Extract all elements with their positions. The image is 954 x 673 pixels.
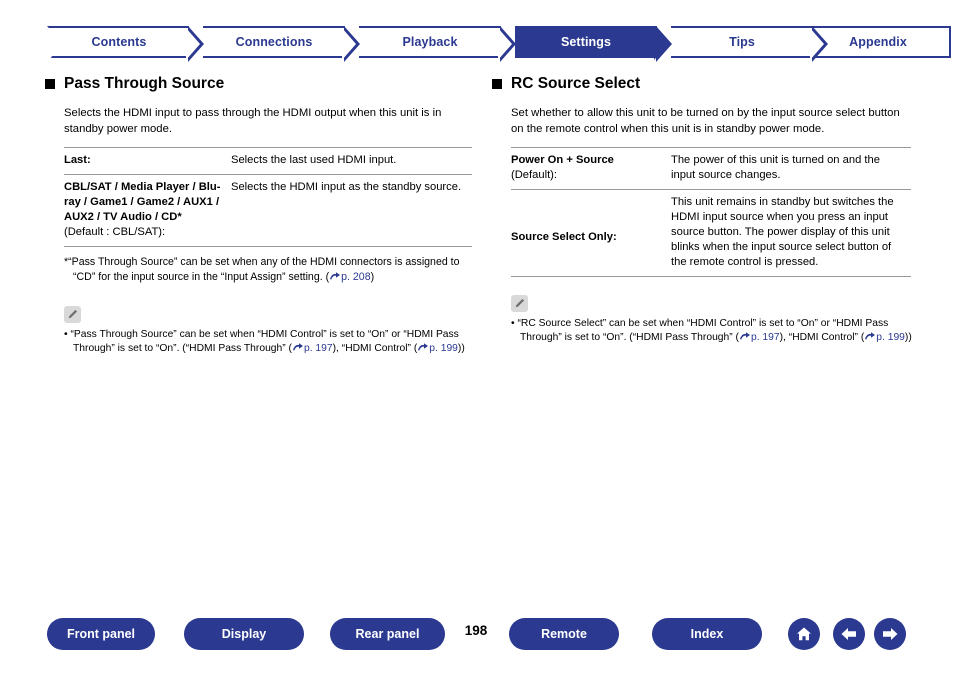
row-value: The power of this unit is turned on and … — [671, 154, 880, 181]
pass-through-source-intro: Selects the HDMI input to pass through t… — [64, 107, 442, 135]
table-row: Source Select Only: This unit remains in… — [511, 190, 911, 277]
row-value: Selects the last used HDMI input. — [231, 154, 397, 166]
index-button-label: Index — [690, 627, 724, 641]
left-column: Pass Through Source Selects the HDMI inp… — [45, 74, 472, 356]
row-key: Power On + Source (Default): — [511, 148, 671, 190]
pass-through-source-table: Last: Selects the last used HDMI input. … — [64, 147, 472, 247]
footnote-page-link[interactable]: p. 208 — [341, 271, 370, 283]
rc-source-select-intro: Set whether to allow this unit to be tur… — [511, 107, 900, 135]
rc-source-select-heading: RC Source Select — [492, 74, 912, 94]
tab-contents[interactable]: Contents — [47, 26, 204, 62]
tab-appendix[interactable]: Appendix — [807, 26, 951, 58]
display-button-label: Display — [221, 627, 267, 641]
note-page-link-1[interactable]: p. 197 — [304, 343, 333, 354]
tab-settings[interactable]: Settings — [515, 26, 672, 62]
display-button[interactable]: Display — [184, 618, 304, 650]
note-tail: )) — [904, 331, 912, 343]
home-button[interactable] — [788, 618, 820, 650]
pass-through-source-footnote: *“Pass Through Source” can be set when a… — [64, 255, 464, 284]
bullet-square-icon — [492, 79, 502, 89]
row-key-subtext: (Default : CBL/SAT): — [64, 226, 166, 238]
table-row: CBL/SAT / Media Player / Blu-ray / Game1… — [64, 175, 472, 247]
note-page-link-2[interactable]: p. 199 — [876, 332, 905, 343]
remote-button-label: Remote — [541, 627, 587, 641]
row-value: Selects the HDMI input as the standby so… — [231, 181, 462, 193]
table-row: Last: Selects the last used HDMI input. — [64, 147, 472, 175]
list-item: “RC Source Select” can be set when “HDMI… — [511, 317, 916, 345]
note-tail: )) — [457, 342, 465, 354]
footnote-tail: ) — [370, 270, 375, 283]
tab-connections-label: Connections — [235, 35, 313, 49]
arrow-left-icon — [841, 628, 856, 640]
row-key-text: Source Select Only: — [511, 231, 617, 243]
row-key: Last: — [64, 148, 231, 175]
front-panel-button-label: Front panel — [66, 627, 136, 641]
rear-panel-button-label: Rear panel — [355, 627, 420, 641]
footer-bar: Front panel Display Rear panel 198 Remot… — [0, 618, 954, 658]
page-link-icon — [739, 331, 751, 341]
row-key-text: CBL/SAT / Media Player / Blu-ray / Game1… — [64, 181, 221, 223]
note-pencil-icon — [511, 295, 528, 312]
list-item: “Pass Through Source” can be set when “H… — [64, 328, 469, 356]
back-button[interactable] — [833, 618, 865, 650]
table-row: Power On + Source (Default): The power o… — [511, 147, 911, 190]
tab-settings-label: Settings — [560, 35, 612, 49]
bullet-square-icon — [45, 79, 55, 89]
pass-through-source-heading-text: Pass Through Source — [64, 75, 225, 92]
page-link-icon — [864, 331, 876, 341]
top-tab-bar: Contents Connections Playback Settings T… — [47, 26, 951, 62]
footnote-text: *“Pass Through Source” can be set when a… — [64, 256, 460, 283]
tab-contents-label: Contents — [91, 35, 147, 49]
row-key-text: Last: — [64, 154, 91, 166]
tab-connections[interactable]: Connections — [203, 26, 360, 62]
page-link-icon — [329, 271, 341, 281]
row-key: Source Select Only: — [511, 190, 671, 277]
page-number: 198 — [464, 623, 488, 638]
note-mid-text: ), “HDMI Control” ( — [332, 342, 418, 354]
note-mid-text: ), “HDMI Control” ( — [779, 331, 865, 343]
note-pencil-icon — [64, 306, 81, 323]
tab-tips[interactable]: Tips — [671, 26, 828, 62]
right-notes-list: “RC Source Select” can be set when “HDMI… — [511, 317, 912, 345]
home-icon — [797, 627, 811, 641]
front-panel-button[interactable]: Front panel — [47, 618, 155, 650]
row-value: This unit remains in standby but switche… — [671, 196, 894, 268]
pass-through-source-heading: Pass Through Source — [45, 74, 470, 94]
index-button[interactable]: Index — [652, 618, 762, 650]
left-notes-list: “Pass Through Source” can be set when “H… — [64, 328, 470, 356]
rc-source-select-heading-text: RC Source Select — [511, 75, 641, 92]
arrow-right-icon — [883, 628, 898, 640]
rear-panel-button[interactable]: Rear panel — [330, 618, 445, 650]
page-link-icon — [292, 342, 304, 352]
right-column: RC Source Select Set whether to allow th… — [492, 74, 912, 345]
tab-appendix-label: Appendix — [849, 35, 907, 49]
note-page-link-2[interactable]: p. 199 — [429, 343, 458, 354]
row-key-text: Power On + Source — [511, 154, 614, 166]
tab-playback[interactable]: Playback — [359, 26, 516, 62]
tab-playback-label: Playback — [402, 35, 458, 49]
forward-button[interactable] — [874, 618, 906, 650]
remote-button[interactable]: Remote — [509, 618, 619, 650]
row-key-subtext: (Default): — [511, 169, 558, 181]
row-key: CBL/SAT / Media Player / Blu-ray / Game1… — [64, 175, 231, 247]
note-page-link-1[interactable]: p. 197 — [751, 332, 780, 343]
rc-source-select-table: Power On + Source (Default): The power o… — [511, 147, 911, 277]
tab-tips-label: Tips — [729, 35, 755, 49]
page-link-icon — [417, 342, 429, 352]
